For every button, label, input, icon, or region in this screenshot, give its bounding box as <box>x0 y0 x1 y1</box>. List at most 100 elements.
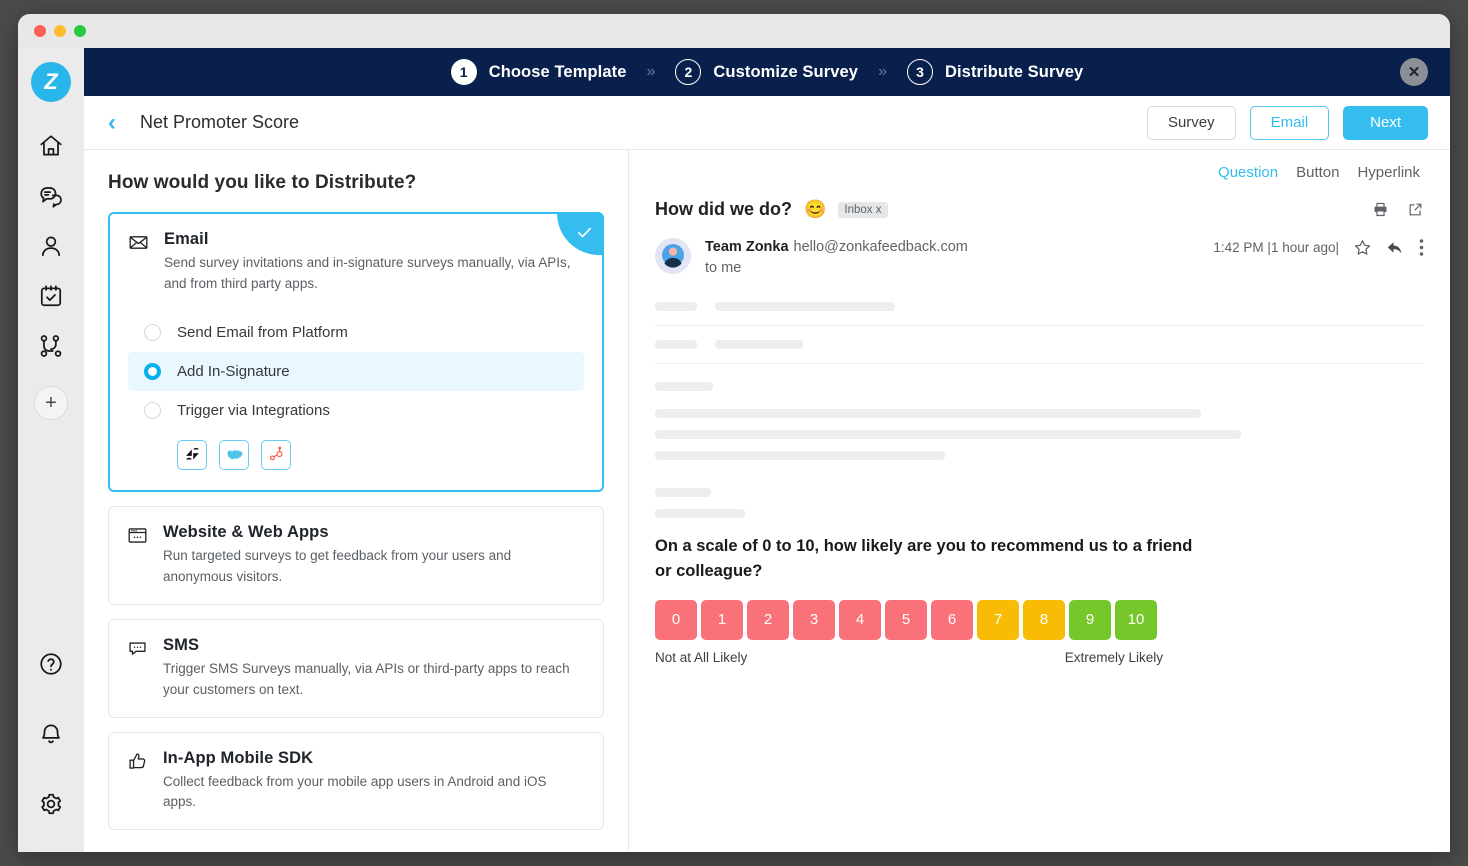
next-button[interactable]: Next <box>1343 106 1428 140</box>
step-3-label: Distribute Survey <box>945 63 1083 82</box>
placeholder-bar <box>715 340 803 349</box>
email-preview: How did we do? 😊 Inbox x <box>655 199 1424 665</box>
integration-salesforce[interactable] <box>219 440 249 470</box>
salesforce-icon <box>225 445 244 464</box>
nps-option-1[interactable]: 1 <box>701 600 743 640</box>
placeholder-row <box>655 451 1424 460</box>
nps-option-9[interactable]: 9 <box>1069 600 1111 640</box>
channel-card-inapp[interactable]: In-App Mobile SDK Collect feedback from … <box>108 732 604 831</box>
sidebar-item-contacts[interactable] <box>29 224 73 268</box>
nps-option-3[interactable]: 3 <box>793 600 835 640</box>
printer-icon[interactable] <box>1372 201 1389 218</box>
distribute-title: How would you like to Distribute? <box>108 172 604 194</box>
browser-window-icon <box>127 525 149 546</box>
sidebar-item-tasks[interactable] <box>29 274 73 318</box>
settings-icon <box>38 791 64 817</box>
zonka-logo[interactable]: Z <box>31 62 71 102</box>
star-icon[interactable] <box>1353 238 1372 257</box>
channel-card-website[interactable]: Website & Web Apps Run targeted surveys … <box>108 506 604 605</box>
distribute-pane: How would you like to Distribute? <box>84 150 629 852</box>
wizard-step-2[interactable]: 2 Customize Survey <box>675 59 858 85</box>
browser-window: Z <box>18 14 1450 852</box>
sidebar-item-settings[interactable] <box>29 782 73 826</box>
website-card-title: Website & Web Apps <box>163 523 578 542</box>
option-label: Add In-Signature <box>177 363 290 380</box>
nps-scale: 0 1 2 3 4 5 6 7 8 9 10 <box>655 600 1424 640</box>
radio-send-email-from-platform[interactable] <box>144 324 161 341</box>
placeholder-row <box>655 302 1424 311</box>
survey-button[interactable]: Survey <box>1147 106 1236 140</box>
content-body: How would you like to Distribute? <box>84 150 1450 852</box>
sender-block: Team Zonkahello@zonkafeedback.com to me <box>705 238 968 276</box>
wizard-step-3[interactable]: 3 Distribute Survey <box>907 59 1083 85</box>
email-button[interactable]: Email <box>1250 106 1330 140</box>
nps-option-8[interactable]: 8 <box>1023 600 1065 640</box>
nps-legend: Not at All Likely Extremely Likely <box>655 650 1163 665</box>
option-trigger-via-integrations[interactable]: Trigger via Integrations <box>128 391 584 430</box>
sidebar-rail: Z <box>18 48 84 852</box>
wizard-step-1[interactable]: 1 Choose Template <box>451 59 627 85</box>
nps-option-10[interactable]: 10 <box>1115 600 1157 640</box>
close-traffic-light[interactable] <box>34 25 46 37</box>
channel-card-email[interactable]: Email Send survey invitations and in-sig… <box>108 212 604 492</box>
sidebar-item-workflow[interactable] <box>29 324 73 368</box>
nps-option-2[interactable]: 2 <box>747 600 789 640</box>
email-card-head: Email Send survey invitations and in-sig… <box>128 230 584 295</box>
tab-question[interactable]: Question <box>1218 164 1278 181</box>
nps-right-label: Extremely Likely <box>1065 650 1163 665</box>
option-add-in-signature[interactable]: Add In-Signature <box>128 352 584 391</box>
nps-option-0[interactable]: 0 <box>655 600 697 640</box>
website-card-description: Run targeted surveys to get feedback fro… <box>163 546 578 588</box>
email-options: Send Email from Platform Add In-Signatur… <box>128 313 584 470</box>
sidebar-item-notifications[interactable] <box>29 712 73 756</box>
channel-card-sms[interactable]: SMS Trigger SMS Surveys manually, via AP… <box>108 619 604 718</box>
maximize-traffic-light[interactable] <box>74 25 86 37</box>
sidebar-item-feedback[interactable] <box>29 174 73 218</box>
sidebar-item-home[interactable] <box>29 124 73 168</box>
minimize-traffic-light[interactable] <box>54 25 66 37</box>
nps-option-7[interactable]: 7 <box>977 600 1019 640</box>
desktop-background: Z <box>0 0 1468 866</box>
reply-icon[interactable] <box>1386 238 1405 257</box>
option-send-email-from-platform[interactable]: Send Email from Platform <box>128 313 584 352</box>
sidebar-item-help[interactable] <box>29 642 73 686</box>
chat-bubble-icon <box>127 638 149 659</box>
open-in-new-icon[interactable] <box>1407 201 1424 218</box>
nps-left-label: Not at All Likely <box>655 650 747 665</box>
inapp-card-description: Collect feedback from your mobile app us… <box>163 772 578 814</box>
header-actions: Survey Email Next <box>1147 106 1428 140</box>
website-card-head: Website & Web Apps Run targeted surveys … <box>127 523 585 588</box>
step-2-label: Customize Survey <box>713 63 858 82</box>
nps-option-6[interactable]: 6 <box>931 600 973 640</box>
more-vertical-icon[interactable] <box>1419 238 1424 257</box>
preview-tabs: Question Button Hyperlink <box>655 164 1424 181</box>
email-subject: How did we do? <box>655 199 792 220</box>
sms-card-head: SMS Trigger SMS Surveys manually, via AP… <box>127 636 585 701</box>
thumbs-up-icon <box>127 751 149 772</box>
back-button[interactable]: ‹ <box>108 111 116 135</box>
radio-trigger-via-integrations[interactable] <box>144 402 161 419</box>
tab-hyperlink[interactable]: Hyperlink <box>1357 164 1420 181</box>
nps-option-4[interactable]: 4 <box>839 600 881 640</box>
divider <box>655 363 1424 364</box>
close-wizard-button[interactable]: ✕ <box>1400 58 1428 86</box>
notifications-icon <box>38 721 64 747</box>
nps-question: On a scale of 0 to 10, how likely are yo… <box>655 534 1200 584</box>
tab-button[interactable]: Button <box>1296 164 1339 181</box>
email-top-icons <box>1372 201 1424 218</box>
nps-option-5[interactable]: 5 <box>885 600 927 640</box>
avatar <box>655 238 691 274</box>
sender-email: hello@zonkafeedback.com <box>794 239 968 255</box>
main-column: 1 Choose Template » 2 Customize Survey »… <box>84 48 1450 852</box>
page-subheader: ‹ Net Promoter Score Survey Email Next <box>84 96 1450 150</box>
recipient-line: to me <box>705 260 968 276</box>
add-button[interactable]: + <box>34 386 68 420</box>
integration-hubspot[interactable] <box>261 440 291 470</box>
home-icon <box>38 133 64 159</box>
integration-zendesk[interactable] <box>177 440 207 470</box>
placeholder-bar <box>655 509 745 518</box>
inbox-tag: Inbox x <box>838 202 887 218</box>
check-icon <box>576 224 593 241</box>
radio-add-in-signature[interactable] <box>144 363 161 380</box>
sender-line: Team Zonkahello@zonkafeedback.com <box>705 238 968 256</box>
